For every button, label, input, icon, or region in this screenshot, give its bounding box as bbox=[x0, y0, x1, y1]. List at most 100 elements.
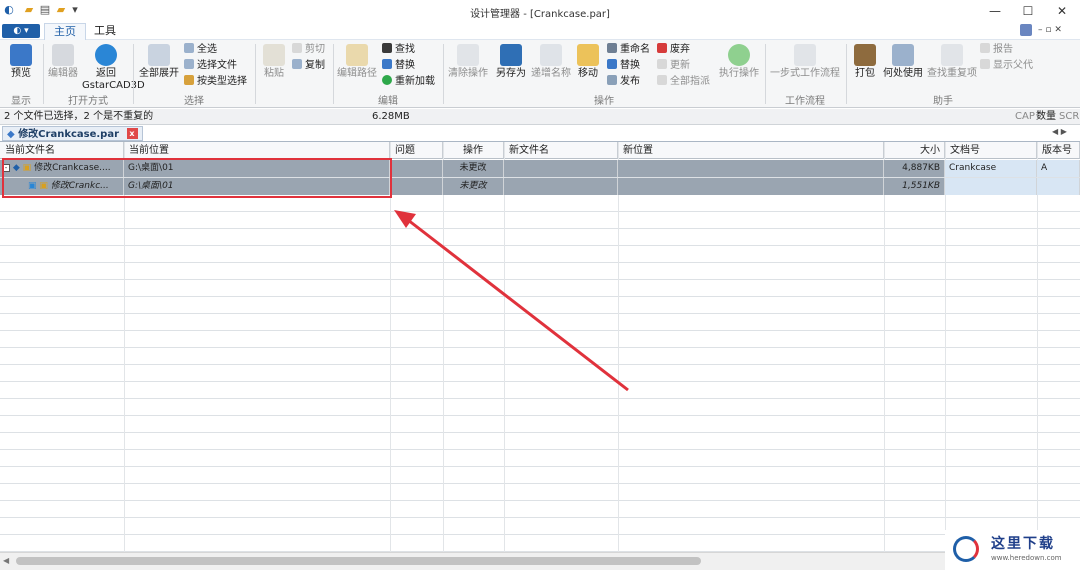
show-parent-icon bbox=[980, 59, 990, 69]
part-file-icon: ◆ bbox=[7, 129, 15, 140]
select-by-type-button[interactable]: 按类型选择 bbox=[184, 75, 247, 89]
ribbon-tab-row bbox=[0, 22, 1080, 40]
discard-button[interactable]: 废弃 bbox=[657, 43, 690, 57]
help-icon[interactable] bbox=[1020, 24, 1032, 36]
tab-tools[interactable]: 工具 bbox=[85, 23, 125, 40]
paste-icon bbox=[263, 44, 285, 66]
scissors-icon bbox=[292, 43, 302, 53]
clear-operation-button[interactable]: 清除操作 bbox=[446, 44, 490, 90]
rename-button[interactable]: 重命名 bbox=[607, 43, 650, 57]
copy-button[interactable]: 复制 bbox=[292, 59, 325, 73]
annotation-overlay bbox=[2, 158, 629, 392]
one-step-workflow-button[interactable]: 一步式工作流程 bbox=[768, 44, 842, 90]
save-as-button[interactable]: 另存为 bbox=[494, 44, 528, 90]
paste-button[interactable]: 粘贴 bbox=[258, 44, 290, 90]
window-title: 设计管理器 - [Crankcase.par] bbox=[470, 9, 610, 20]
select-all-button[interactable]: 全选 bbox=[184, 43, 217, 57]
tree-expand-icon bbox=[148, 44, 170, 66]
execute-icon bbox=[728, 44, 750, 66]
publish-icon bbox=[607, 75, 617, 85]
group-label-edit: 编辑 bbox=[378, 96, 398, 107]
replace-file-button[interactable]: 替换 bbox=[607, 59, 640, 73]
show-parent-button[interactable]: 显示父代 bbox=[980, 59, 1033, 73]
highlight-box bbox=[2, 158, 392, 198]
group-label-workflow: 工作流程 bbox=[785, 96, 825, 107]
find-button[interactable]: 查找 bbox=[382, 43, 415, 57]
folder-move-icon bbox=[577, 44, 599, 66]
close-tab-icon[interactable]: x bbox=[126, 128, 138, 139]
ribbon-window-controls[interactable]: – ▫ ✕ bbox=[1038, 25, 1062, 35]
editor-button[interactable]: 编辑器 bbox=[45, 44, 81, 90]
select-all-icon bbox=[184, 43, 194, 53]
update-icon bbox=[657, 59, 667, 69]
gstarcad-logo-icon bbox=[95, 44, 117, 66]
cut-button[interactable]: 剪切 bbox=[292, 43, 325, 57]
status-bar: 2 个文件已选择，2 个是不重复的 6.28MB CAP 数量 SCRL bbox=[0, 109, 1080, 125]
discard-icon bbox=[657, 43, 667, 53]
reload-button[interactable]: 重新加载 bbox=[382, 75, 435, 89]
assign-all-button[interactable]: 全部指派 bbox=[657, 75, 710, 89]
watermark-url: www.heredown.com bbox=[991, 554, 1062, 562]
select-by-type-icon bbox=[184, 75, 194, 85]
increment-name-button[interactable]: 递增名称 bbox=[529, 44, 573, 90]
group-label-operation: 操作 bbox=[594, 96, 614, 107]
preview-button[interactable]: 预览 bbox=[4, 44, 38, 90]
group-label-assistant: 助手 bbox=[933, 96, 953, 107]
watermark: 这里下载 www.heredown.com bbox=[945, 530, 1080, 570]
scroll-left-icon[interactable]: ◀ bbox=[3, 556, 9, 565]
magnifier-icon bbox=[10, 44, 32, 66]
title-bar: ◐ ▰ ▤ ▰ ▾ 设计管理器 - [Crankcase.par] — ☐ ✕ bbox=[0, 0, 1080, 22]
reload-icon bbox=[382, 75, 392, 85]
update-button[interactable]: 更新 bbox=[657, 59, 690, 73]
report-button[interactable]: 报告 bbox=[980, 43, 1013, 57]
pencil-icon bbox=[52, 44, 74, 66]
binoculars-icon bbox=[382, 43, 392, 53]
file-grid: 当前文件名 当前位置 问题 操作 新文件名 新位置 大小 文档号 版本号 - ◆… bbox=[0, 142, 1080, 552]
back-to-gstarcad-button[interactable]: 返回 GstarCAD3D bbox=[82, 44, 145, 91]
group-separator bbox=[846, 44, 847, 104]
find-duplicates-button[interactable]: 查找重复项 bbox=[926, 44, 978, 90]
caps-indicator: CAP bbox=[1015, 111, 1035, 122]
execute-operation-button[interactable]: 执行操作 bbox=[717, 44, 761, 90]
tab-home[interactable]: 主页 bbox=[44, 23, 86, 40]
document-tab[interactable]: ◆ 修改Crankcase.par x bbox=[2, 126, 143, 141]
group-label-open-with: 打开方式 bbox=[68, 96, 108, 107]
rename-icon bbox=[607, 43, 617, 53]
where-used-icon bbox=[892, 44, 914, 66]
annotation-arrow bbox=[407, 218, 629, 392]
close-button[interactable]: ✕ bbox=[1045, 2, 1079, 20]
assign-all-icon bbox=[657, 75, 667, 85]
move-button[interactable]: 移动 bbox=[574, 44, 602, 90]
selection-status: 2 个文件已选择，2 个是不重复的 bbox=[4, 111, 154, 122]
maximize-button[interactable]: ☐ bbox=[1011, 2, 1045, 20]
pack-button[interactable]: 打包 bbox=[850, 44, 880, 90]
publish-button[interactable]: 发布 bbox=[607, 75, 640, 89]
increment-icon bbox=[540, 44, 562, 66]
package-icon bbox=[854, 44, 876, 66]
application-menu-button[interactable]: ◐ ▾ bbox=[2, 24, 40, 38]
report-icon bbox=[980, 43, 990, 53]
replace-button[interactable]: 替换 bbox=[382, 59, 415, 73]
where-used-button[interactable]: 何处使用 bbox=[881, 44, 925, 90]
copy-icon bbox=[292, 59, 302, 69]
replace-file-icon bbox=[607, 59, 617, 69]
document-tab-strip bbox=[0, 125, 1080, 142]
ribbon: 预览 显示 编辑器 返回 GstarCAD3D 打开方式 全部展开 全选 选择文… bbox=[0, 40, 1080, 108]
scrollbar-thumb[interactable] bbox=[16, 557, 701, 565]
workflow-icon bbox=[794, 44, 816, 66]
group-separator bbox=[255, 44, 256, 104]
total-size: 6.28MB bbox=[372, 111, 410, 122]
watermark-text: 这里下载 bbox=[991, 536, 1055, 552]
select-files-button[interactable]: 选择文件 bbox=[184, 59, 237, 73]
replace-icon bbox=[382, 59, 392, 69]
tab-scroll-arrows[interactable]: ◀ ▶ bbox=[1052, 127, 1067, 136]
group-label-select: 选择 bbox=[184, 96, 204, 107]
group-label-display: 显示 bbox=[11, 96, 31, 107]
edit-path-button[interactable]: 编辑路径 bbox=[336, 44, 378, 90]
select-files-icon bbox=[184, 59, 194, 69]
folder-edit-icon bbox=[346, 44, 368, 66]
minimize-button[interactable]: — bbox=[978, 2, 1012, 20]
expand-all-button[interactable]: 全部展开 bbox=[137, 44, 181, 90]
eraser-icon bbox=[457, 44, 479, 66]
watermark-logo-icon bbox=[953, 536, 979, 562]
